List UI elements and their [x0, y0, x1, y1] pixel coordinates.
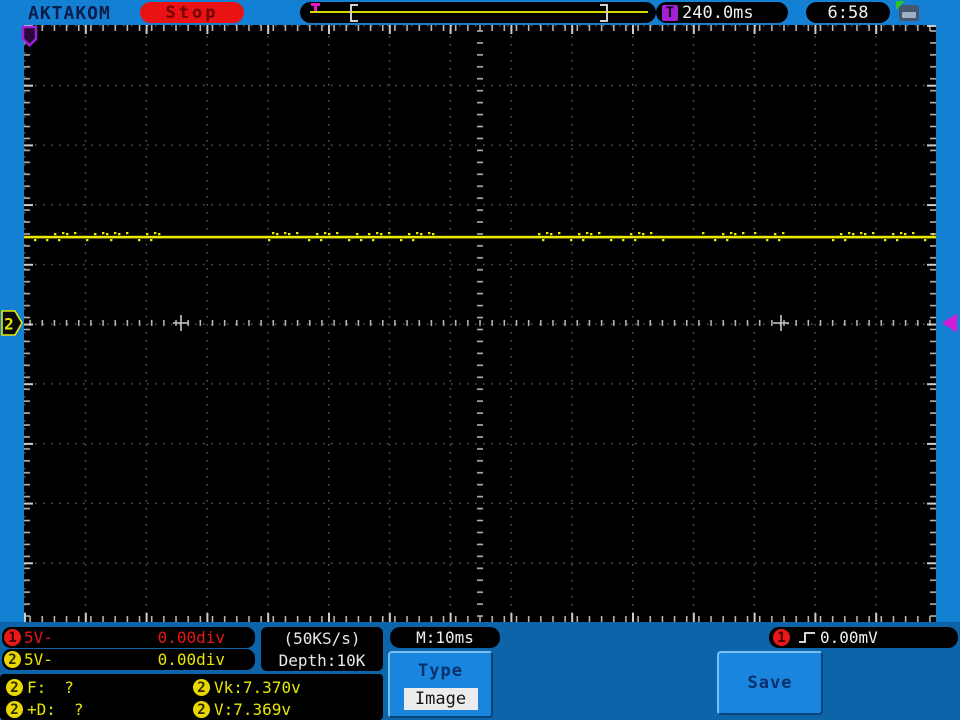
measurement-cell-v: 2 V: 7.369v — [193, 700, 291, 719]
edge-major-ticks-right — [927, 25, 936, 622]
ch1-badge: 1 — [4, 629, 21, 646]
measure-value: ? — [64, 678, 74, 697]
measure-value: 7.370v — [242, 678, 301, 697]
trigger-level-value: 0.00mV — [820, 628, 878, 647]
rising-edge-icon — [799, 631, 815, 643]
ch2-level-marker-label: 2 — [4, 315, 14, 334]
ch2-offset: 0.00div — [157, 650, 225, 669]
measurement-cell-vk: 2 Vk: 7.370v — [193, 678, 301, 697]
trigger-source-badge: 1 — [773, 629, 790, 646]
ch2-info-row: 2 5V- 0.00div — [2, 649, 255, 670]
measure-ch-badge: 2 — [193, 679, 210, 696]
measure-ch-badge: 2 — [6, 679, 23, 696]
type-value-selected[interactable]: Image — [403, 688, 478, 710]
ch2-scale: 5V- — [24, 650, 53, 669]
measure-label: V: — [214, 700, 234, 719]
measure-value: ? — [73, 700, 84, 719]
scope-display: 2 — [1, 25, 957, 622]
measurement-cell-freq: 2 F: ? — [6, 678, 74, 697]
trigger-level-pill: 1 0.00mV — [769, 627, 958, 648]
measurements-box: 2 F: ? 2 Vk: 7.370v 2 +D: ? 2 V: 7.369v — [0, 674, 383, 720]
bottom-panel: 1 5V- 0.00div 2 5V- 0.00div (50KS/s) Dep… — [0, 622, 960, 720]
measure-label: Vk: — [214, 678, 243, 697]
waveform-trace — [24, 235, 936, 239]
type-button-label: Type — [418, 661, 463, 681]
ch1-offset: 0.00div — [157, 628, 225, 647]
trigger-level-marker-icon — [942, 313, 957, 333]
measure-value: 7.369v — [233, 700, 292, 719]
save-button[interactable]: Save — [717, 651, 823, 715]
measure-ch-badge: 2 — [6, 701, 23, 718]
ch2-badge: 2 — [4, 651, 21, 668]
timebase-pill: M:10ms — [390, 627, 500, 648]
center-vertical-axis — [477, 25, 483, 622]
edge-major-ticks-left — [24, 25, 33, 622]
ch1-scale: 5V- — [24, 628, 53, 647]
measure-label: +D: — [27, 700, 56, 719]
measurement-cell-duty: 2 +D: ? — [6, 700, 84, 719]
edge-major-ticks-bottom — [24, 613, 936, 622]
type-button[interactable]: Type Image — [388, 651, 493, 718]
edge-major-ticks-top — [24, 25, 936, 34]
sample-rate: (50KS/s) — [283, 628, 361, 648]
record-depth: Depth:10K — [278, 650, 366, 670]
acquisition-box: (50KS/s) Depth:10K — [261, 627, 383, 671]
ch1-info-row: 1 5V- 0.00div — [2, 627, 255, 648]
measure-label: F: — [27, 678, 47, 697]
measure-ch-badge: 2 — [193, 701, 210, 718]
save-button-label: Save — [747, 673, 793, 693]
